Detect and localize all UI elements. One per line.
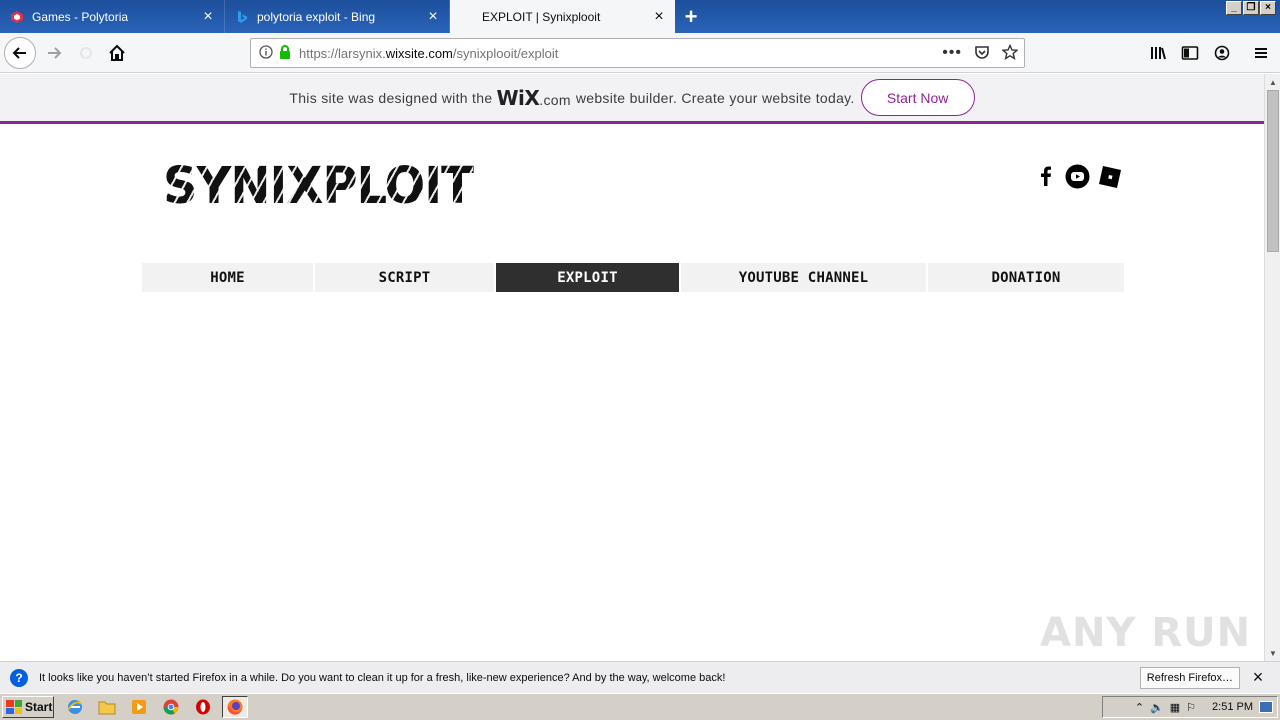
facebook-icon: [1041, 166, 1051, 186]
wix-logo[interactable]: WiX.com: [496, 86, 570, 110]
forward-arrow-icon: [48, 47, 62, 59]
info-icon[interactable]: [259, 44, 273, 62]
show-desktop-icon[interactable]: [1259, 701, 1273, 713]
notification-text: It looks like you haven’t started Firefo…: [39, 671, 726, 684]
account-icon: [1214, 45, 1230, 61]
account-button[interactable]: [1206, 37, 1238, 69]
site-menu: HOME SCRIPT EXPLOIT YOUTUBE CHANNEL DONA…: [142, 263, 1124, 292]
page-actions-icon[interactable]: •••: [942, 44, 962, 62]
navigation-toolbar: https://larsynix.wixsite.com/synixplooit…: [0, 33, 1280, 73]
system-tray: ⌃ 🔈 ▦ ⚐ 2:51 PM: [1102, 696, 1278, 718]
tab-polytoria[interactable]: Games - Polytoria ×: [0, 0, 225, 33]
reload-button[interactable]: [70, 37, 102, 69]
internet-explorer-icon[interactable]: [62, 696, 88, 718]
site-logo-text: SYNIXPLOIT: [163, 156, 474, 216]
polytoria-icon: [10, 10, 24, 24]
url-domain: wixsite.com: [385, 45, 453, 61]
url-bar[interactable]: https://larsynix.wixsite.com/synixplooit…: [250, 38, 1025, 68]
taskbar: Start ⌃ 🔈 ▦ ⚐ 2:51 PM: [0, 693, 1280, 720]
tab-close-icon[interactable]: ×: [200, 8, 216, 25]
roblox-link[interactable]: [1097, 164, 1123, 190]
close-notification-icon[interactable]: ×: [1248, 667, 1268, 688]
sidebar-icon: [1181, 46, 1199, 60]
tab-close-icon[interactable]: ×: [651, 8, 667, 25]
refresh-firefox-button[interactable]: Refresh Firefox…: [1139, 666, 1240, 689]
back-arrow-icon: [12, 47, 26, 59]
tab-bing[interactable]: polytoria exploit - Bing ×: [225, 0, 450, 33]
firefox-taskbar-button[interactable]: [222, 696, 248, 718]
back-button[interactable]: [4, 37, 36, 69]
close-window-button[interactable]: ×: [1260, 1, 1276, 15]
menu-button[interactable]: [1245, 37, 1277, 69]
action-center-flag-icon[interactable]: ⚐: [1186, 701, 1196, 714]
url-path: /synixplooit/exploit: [452, 45, 559, 61]
tray-expand-icon[interactable]: ⌃: [1135, 701, 1144, 714]
reload-icon: [80, 47, 92, 59]
library-button[interactable]: [1142, 37, 1174, 69]
menu-item-script[interactable]: SCRIPT: [315, 263, 494, 292]
chrome-icon[interactable]: [158, 696, 184, 718]
media-player-icon[interactable]: [126, 696, 152, 718]
folder-icon[interactable]: [94, 696, 120, 718]
new-tab-button[interactable]: +: [675, 0, 707, 33]
url-prefix: https://larsynix.: [299, 45, 386, 61]
url-text[interactable]: https://larsynix.wixsite.com/synixplooit…: [299, 46, 942, 61]
volume-icon[interactable]: 🔈: [1150, 701, 1164, 714]
scroll-up-arrow-icon[interactable]: ▲: [1265, 74, 1280, 90]
home-icon: [109, 44, 125, 61]
wix-banner: This site was designed with the WiX.com …: [0, 74, 1264, 124]
hamburger-menu-icon: [1255, 48, 1267, 58]
quick-launch: [62, 696, 248, 718]
facebook-link[interactable]: [1036, 164, 1056, 188]
bookmark-star-icon[interactable]: [1001, 43, 1019, 63]
scroll-down-arrow-icon[interactable]: ▼: [1265, 645, 1280, 661]
home-button[interactable]: [101, 37, 133, 69]
roblox-icon: [1099, 166, 1121, 188]
youtube-icon: [1065, 164, 1090, 189]
menu-item-exploit[interactable]: EXPLOIT: [496, 263, 679, 292]
bing-icon: [235, 10, 249, 24]
refresh-notification-bar: ? It looks like you haven’t started Fire…: [0, 661, 1280, 693]
menu-item-home[interactable]: HOME: [142, 263, 313, 292]
page-content: This site was designed with the WiX.com …: [0, 74, 1264, 661]
start-now-button[interactable]: Start Now: [860, 79, 975, 116]
start-button[interactable]: Start: [2, 696, 54, 718]
site-logo[interactable]: SYNIXPLOIT: [163, 156, 474, 216]
network-icon[interactable]: ▦: [1170, 701, 1180, 714]
wix-logo-text: WiX: [496, 85, 540, 110]
wix-logo-com: .com: [539, 91, 571, 108]
tab-exploit[interactable]: EXPLOIT | Synixplooit ×: [450, 0, 675, 33]
vertical-scrollbar[interactable]: ▲ ▼: [1264, 74, 1280, 661]
start-label: Start: [25, 700, 53, 714]
pocket-icon[interactable]: [974, 44, 990, 63]
tab-strip: Games - Polytoria × polytoria exploit - …: [0, 0, 1280, 33]
tab-label: polytoria exploit - Bing: [257, 9, 376, 24]
scrollbar-thumb[interactable]: [1267, 90, 1279, 252]
question-icon: ?: [10, 668, 28, 687]
wix-banner-text-after: website builder. Create your website tod…: [575, 89, 855, 106]
lock-icon[interactable]: [279, 44, 291, 62]
wix-banner-text-before: This site was designed with the: [289, 89, 493, 106]
tab-label: Games - Polytoria: [32, 9, 129, 24]
window-controls: _ ❐ ×: [1226, 1, 1276, 15]
blank-page-icon: [460, 10, 474, 24]
minimize-button[interactable]: _: [1226, 1, 1242, 15]
sidebar-button[interactable]: [1174, 37, 1206, 69]
windows-flag-icon: [6, 700, 22, 714]
clock[interactable]: 2:51 PM: [1212, 701, 1253, 713]
menu-item-donation[interactable]: DONATION: [928, 263, 1124, 292]
youtube-link[interactable]: [1065, 164, 1090, 189]
restore-button[interactable]: ❐: [1243, 1, 1259, 15]
menu-item-youtube-channel[interactable]: YOUTUBE CHANNEL: [681, 263, 926, 292]
firefox-icon: [227, 699, 243, 715]
library-icon: [1151, 47, 1166, 60]
tab-label: EXPLOIT | Synixplooit: [482, 9, 601, 24]
tab-close-icon[interactable]: ×: [425, 8, 441, 25]
forward-button[interactable]: [38, 37, 70, 69]
opera-icon[interactable]: [190, 696, 216, 718]
anyrun-watermark: ANY RUN: [1040, 610, 1252, 656]
